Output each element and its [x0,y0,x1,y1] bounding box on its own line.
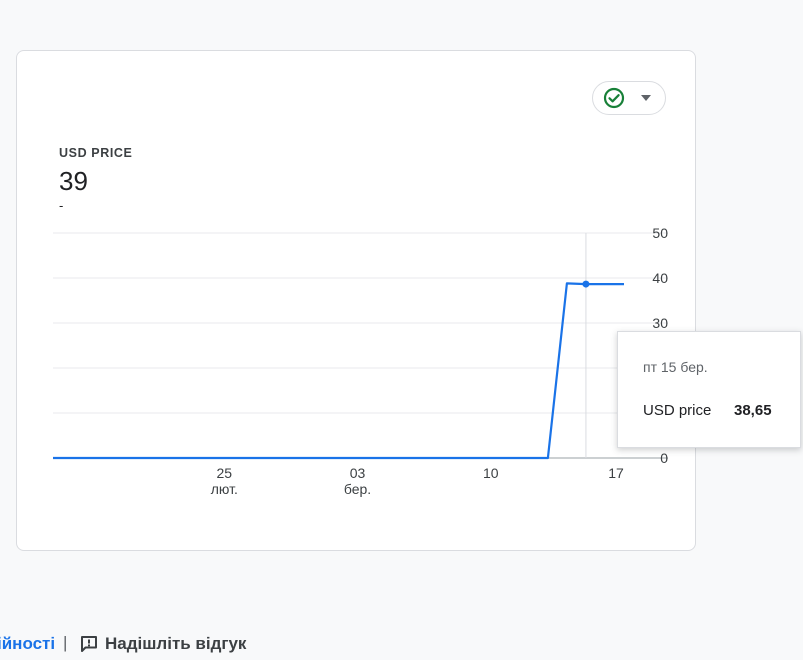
x-tick-label: 03 [350,465,366,481]
footer-link[interactable]: ійності [0,634,55,654]
y-tick-label: 30 [652,315,668,331]
feedback-icon[interactable] [79,634,99,654]
send-feedback-link[interactable]: Надішліть відгук [105,634,246,654]
price-line-chart: 5040302010025лют.03бер.1017 [53,225,668,497]
x-tick-month-label: бер. [344,481,371,497]
series-line-usd-price [53,282,624,460]
y-tick-label: 0 [660,450,668,466]
chart-tooltip: пт 15 бер. USD price 38,65 [617,331,801,448]
tooltip-date: пт 15 бер. [643,359,708,375]
tooltip-value: 38,65 [734,402,772,419]
y-tick-label: 50 [652,225,668,241]
tooltip-series-label: USD price [643,402,712,419]
footer-separator: | [63,633,68,652]
x-tick-label: 10 [483,465,499,481]
x-tick-label: 17 [608,465,624,481]
y-tick-label: 40 [652,270,668,286]
x-tick-label: 25 [217,465,233,481]
highlight-point [582,280,590,288]
x-tick-month-label: лют. [211,481,238,497]
